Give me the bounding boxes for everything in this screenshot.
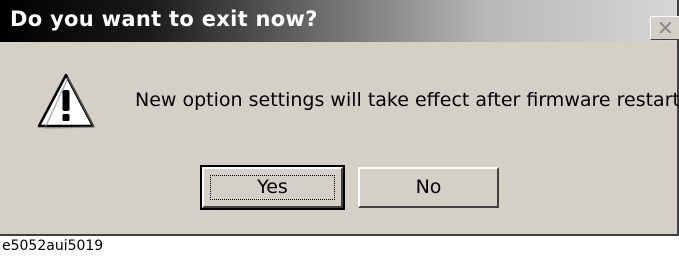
close-icon: ✕ xyxy=(657,16,674,40)
no-button[interactable]: No xyxy=(358,167,499,208)
yes-button-label: Yes xyxy=(257,176,288,198)
exit-dialog: Do you want to exit now? ✕ New option se… xyxy=(0,0,679,236)
warning-icon xyxy=(37,73,96,129)
yes-button[interactable]: Yes xyxy=(200,165,345,210)
title-bar[interactable]: Do you want to exit now? ✕ xyxy=(0,0,679,42)
no-button-label: No xyxy=(415,176,442,198)
figure-caption: e5052aui5019 xyxy=(2,238,104,254)
close-button[interactable]: ✕ xyxy=(650,16,679,40)
dialog-title: Do you want to exit now? xyxy=(10,7,318,31)
dialog-message: New option settings will take effect aft… xyxy=(135,89,679,111)
